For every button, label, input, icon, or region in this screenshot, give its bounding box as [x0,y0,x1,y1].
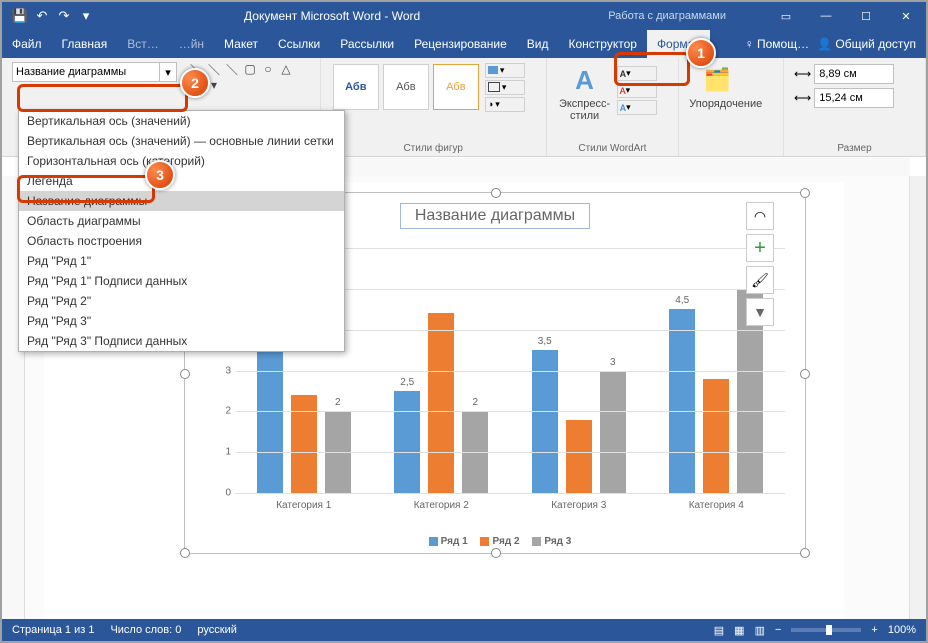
tab-chart-design[interactable]: Конструктор [559,30,647,58]
close-button[interactable]: ✕ [886,2,926,30]
group-wordart: Стили WordArt [557,141,669,154]
shape-style-3[interactable]: Абв [433,64,479,110]
dd-series1[interactable]: Ряд "Ряд 1" [19,251,344,271]
tab-view[interactable]: Вид [517,30,559,58]
dd-series3-labels[interactable]: Ряд "Ряд 3" Подписи данных [19,331,344,351]
view-read-icon[interactable]: ▤ [714,624,724,637]
chart-elements-button[interactable]: + [746,234,774,262]
dd-horizontal-axis[interactable]: Горизонтальная ось (категорий) [19,151,344,171]
text-fill-button[interactable]: A▾ [617,66,657,81]
save-icon[interactable]: 💾 [10,6,30,26]
maximize-button[interactable]: ☐ [846,2,886,30]
callout-2: 2 [180,68,210,98]
height-icon: ⟷ [794,67,811,81]
language-indicator[interactable]: русский [197,624,236,636]
view-web-icon[interactable]: ▥ [755,624,765,637]
shape-style-2[interactable]: Абв [383,64,429,110]
zoom-in-button[interactable]: + [871,624,877,636]
chart-title[interactable]: Название диаграммы [400,203,590,229]
current-selection-combo[interactable]: Название диаграммы ▾ [12,62,160,82]
group-shape-styles: Стили фигур [331,141,536,154]
dd-chart-title[interactable]: Название диаграммы [19,191,344,211]
zoom-out-button[interactable]: − [775,624,781,636]
text-effects-button[interactable]: A▾ [617,100,657,115]
height-field[interactable]: 8,89 см [814,64,894,84]
page-indicator[interactable]: Страница 1 из 1 [12,624,94,636]
window-title: Документ Microsoft Word - Word [96,9,568,23]
dd-vertical-gridlines[interactable]: Вертикальная ось (значений) — основные л… [19,131,344,151]
word-count[interactable]: Число слов: 0 [110,624,181,636]
minimize-button[interactable]: — [806,2,846,30]
zoom-level[interactable]: 100% [888,624,916,636]
callout-1: 1 [686,38,716,68]
ribbon-tabs: Файл Главная Вст… …йн Макет Ссылки Рассы… [2,30,926,58]
dd-series3[interactable]: Ряд "Ряд 3" [19,311,344,331]
dd-plot-area[interactable]: Область построения [19,231,344,251]
title-bar: 💾 ↶ ↷ ▾ Документ Microsoft Word - Word Р… [2,2,926,30]
tab-file[interactable]: Файл [2,30,52,58]
width-field[interactable]: 15,24 см [814,88,894,108]
undo-icon[interactable]: ↶ [32,6,52,26]
dd-legend[interactable]: Легенда [19,171,344,191]
dd-series2[interactable]: Ряд "Ряд 2" [19,291,344,311]
selection-dropdown-icon[interactable]: ▾ [159,62,177,82]
tab-home[interactable]: Главная [52,30,118,58]
width-icon: ⟷ [794,91,811,105]
quick-styles-button[interactable]: A Экспресс-стили [557,62,613,122]
contextual-tab-label: Работа с диаграммами [568,10,766,22]
tab-review[interactable]: Рецензирование [404,30,517,58]
dd-chart-area[interactable]: Область диаграммы [19,211,344,231]
redo-icon[interactable]: ↷ [54,6,74,26]
tab-layout[interactable]: Макет [214,30,268,58]
text-outline-button[interactable]: A▾ [617,83,657,98]
arrange-button[interactable]: 🗂️ Упорядочение [689,62,745,110]
dd-vertical-axis[interactable]: Вертикальная ось (значений) [19,111,344,131]
tab-mailings[interactable]: Рассылки [330,30,404,58]
tab-design[interactable]: …йн [169,30,214,58]
vertical-scrollbar[interactable] [909,176,926,619]
qat-more-icon[interactable]: ▾ [76,6,96,26]
shape-fill-button[interactable]: ▾ [485,63,525,78]
tell-me[interactable]: ♀ Помощ… [745,37,809,51]
tab-references[interactable]: Ссылки [268,30,330,58]
chart-legend[interactable]: Ряд 1 Ряд 2 Ряд 3 [185,536,805,547]
share-button[interactable]: 👤 Общий доступ [817,37,916,51]
chart-elements-dropdown: Вертикальная ось (значений) Вертикальная… [18,110,345,352]
tab-insert[interactable]: Вст… [117,30,169,58]
chart-filters-button[interactable]: ▼ [746,298,774,326]
shape-effects-button[interactable]: ◑▾ [485,97,525,112]
callout-3: 3 [145,160,175,190]
status-bar: Страница 1 из 1 Число слов: 0 русский ▤ … [2,619,926,641]
group-size: Размер [794,141,915,154]
shape-style-1[interactable]: Абв [333,64,379,110]
zoom-slider[interactable] [791,628,861,632]
view-print-icon[interactable]: ▦ [734,624,744,637]
shape-outline-button[interactable]: ▾ [485,80,525,95]
layout-options-button[interactable]: ◠ [746,202,774,230]
dd-series1-labels[interactable]: Ряд "Ряд 1" Подписи данных [19,271,344,291]
chart-styles-button[interactable]: 🖌 [746,266,774,294]
ribbon-options-icon[interactable]: ▭ [766,2,806,30]
